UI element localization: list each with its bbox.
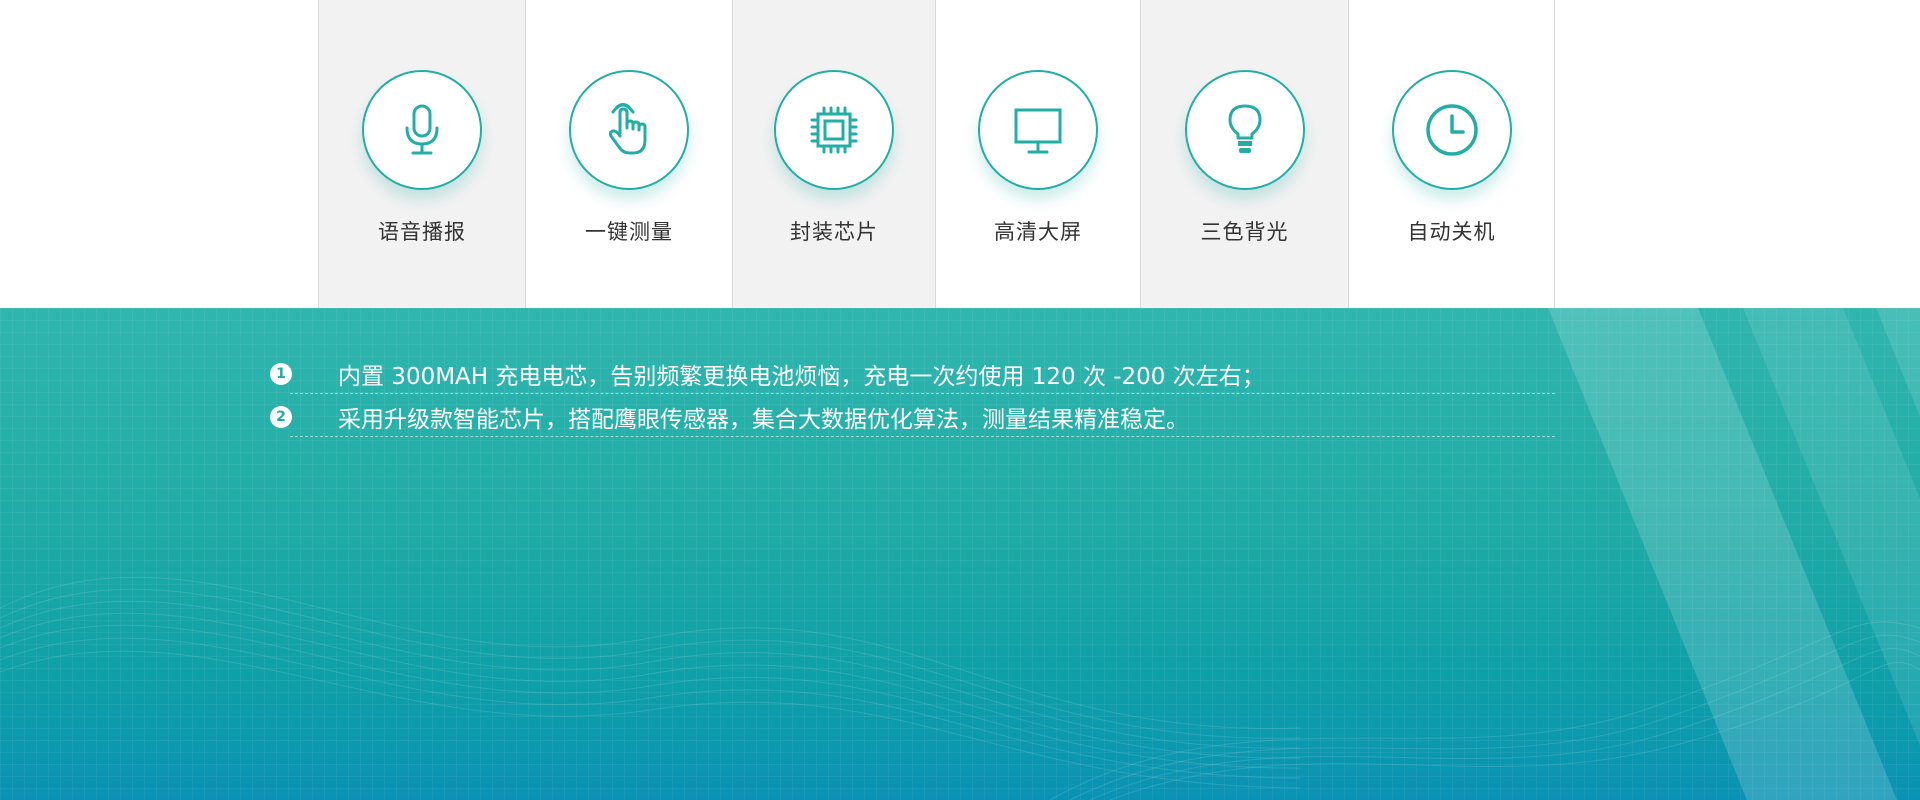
light-bulb-icon xyxy=(1228,104,1261,153)
feature-label: 自动关机 xyxy=(1407,220,1496,244)
number-badge: 1 xyxy=(270,363,292,385)
note-text: 采用升级款智能芯片，搭配鹰眼传感器，集合大数据优化算法，测量结果精准稳定。 xyxy=(338,407,1189,433)
feature-label: 三色背光 xyxy=(1200,220,1289,244)
feature-icon-circle xyxy=(1391,70,1512,190)
feature-notes-list: 1 内置 300MAH 充电电芯，告别频繁更换电池烦恼，充电一次约使用 120 … xyxy=(270,351,1555,437)
note-item: 2 采用升级款智能芯片，搭配鹰眼传感器，集合大数据优化算法，测量结果精准稳定。 xyxy=(270,394,1555,437)
feature-icon-circle xyxy=(1184,70,1305,190)
feature-voice-broadcast: 语音播报 xyxy=(318,0,525,308)
feature-hd-screen: 高清大屏 xyxy=(935,0,1140,308)
feature-icon-circle xyxy=(978,70,1098,190)
feature-label: 一键测量 xyxy=(585,220,673,244)
note-text: 内置 300MAH 充电电芯，告别频繁更换电池烦恼，充电一次约使用 120 次 … xyxy=(338,364,1265,390)
microphone-icon xyxy=(405,104,439,155)
finger-tap-icon xyxy=(608,103,647,155)
note-item: 1 内置 300MAH 充电电芯，告别频繁更换电池烦恼，充电一次约使用 120 … xyxy=(270,351,1555,394)
feature-label: 封装芯片 xyxy=(790,220,878,244)
feature-one-key-measure: 一键测量 xyxy=(525,0,732,308)
clock-icon xyxy=(1425,104,1478,156)
feature-label: 高清大屏 xyxy=(994,220,1082,244)
feature-icon-circle xyxy=(362,70,482,190)
feature-auto-shutdown: 自动关机 xyxy=(1348,0,1555,308)
feature-icon-circle xyxy=(774,70,894,190)
monitor-icon xyxy=(1014,108,1062,154)
feature-strip: 语音播报 一键测量 封装芯片 高清大屏 三色背光 自动关机 xyxy=(0,0,1920,308)
feature-packaged-chip: 封装芯片 xyxy=(732,0,935,308)
chip-icon xyxy=(810,106,858,154)
number-badge: 2 xyxy=(270,406,292,428)
product-features-page: 语音播报 一键测量 封装芯片 高清大屏 三色背光 自动关机 1 内置 300MA… xyxy=(0,0,1920,800)
feature-tricolor-backlight: 三色背光 xyxy=(1140,0,1348,308)
feature-label: 语音播报 xyxy=(378,220,466,244)
description-panel: 1 内置 300MAH 充电电芯，告别频繁更换电池烦恼，充电一次约使用 120 … xyxy=(0,308,1920,800)
feature-icon-circle xyxy=(569,70,689,190)
